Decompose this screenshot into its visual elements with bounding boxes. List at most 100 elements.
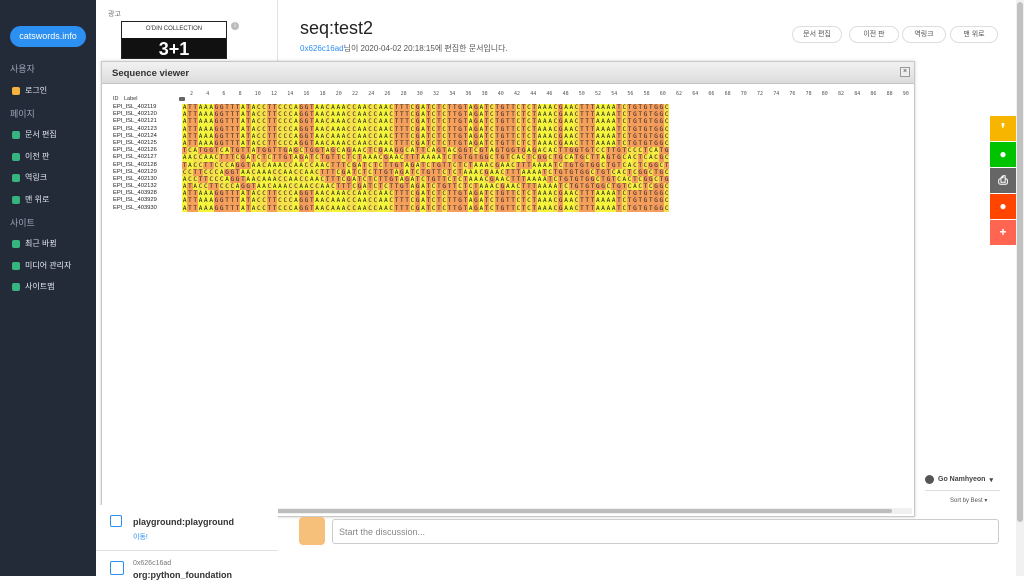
backlinks-button[interactable]: 역링크	[902, 26, 946, 43]
avatar	[925, 475, 934, 484]
ruler-tick: 38	[481, 91, 488, 97]
nucleotide-cell: C	[664, 111, 670, 119]
sequence-row: ATTAAAGGTTTATACCTTCCCAGGTAACAAACCAACCAAC…	[182, 204, 916, 212]
revisions-button[interactable]: 이전 판	[849, 26, 899, 43]
ruler-tick: 50	[578, 91, 585, 97]
nucleotide-cell: C	[664, 118, 670, 126]
sequence-row: TCATGGTCATGTTATGGTTGAGCTGGTAGCAGAACTCGAA…	[182, 147, 916, 155]
ruler-tick: 42	[514, 91, 521, 97]
section-site: 사이트	[10, 218, 35, 228]
ruler-tick: 76	[789, 91, 796, 97]
sequence-id: EPI_ISL_402130	[113, 175, 157, 182]
ad-top-text: O'DIN COLLECTION	[145, 26, 203, 32]
related-list: playground:playground 이동! 0x626c16ad org…	[96, 505, 278, 580]
list-item-link[interactable]: 이동!	[133, 532, 148, 542]
sidebar-item-top[interactable]: 맨 위로	[12, 194, 49, 205]
nucleotide-cell: C	[664, 190, 670, 198]
ruler-tick: 14	[287, 91, 294, 97]
ruler-tick: 80	[821, 91, 828, 97]
plus-icon[interactable]: +	[990, 220, 1016, 245]
ruler-tick: 48	[562, 91, 569, 97]
edit-button[interactable]: 문서 편집	[792, 26, 842, 43]
avatar	[299, 517, 325, 545]
nucleotide-cell: C	[664, 139, 670, 148]
header-id: ID	[113, 96, 119, 102]
reddit-icon[interactable]: ●	[990, 194, 1016, 219]
disqus-user[interactable]: Go Namhyeon ▾	[925, 475, 993, 484]
chevron-down-icon: ▾	[989, 476, 993, 484]
dialog-title: Sequence viewer	[102, 62, 914, 84]
sequence-id: EPI_ISL_402119	[113, 104, 157, 110]
list-item-title-2[interactable]: org:python_foundation	[133, 570, 232, 580]
sequence-area: 2 4 6 8 10 12 14 16 18 20 22 24 26 28 30 32 34 36 38 40 42 44…	[110, 90, 916, 250]
close-icon[interactable]: ×	[900, 67, 910, 77]
sidebar-item-backlinks[interactable]: 역링크	[12, 172, 47, 183]
sequence-row: ATTAAAGGTTTATACCTTCCCAGGTAACAAACCAACCAAC…	[182, 190, 916, 198]
sequence-id: EPI_ISL_402121	[113, 118, 157, 125]
line-icon[interactable]: ●	[990, 142, 1016, 167]
divider	[925, 490, 1000, 491]
nucleotide-cell: T	[664, 161, 670, 169]
section-page: 페이지	[10, 109, 35, 119]
kakaostory-icon[interactable]: ❜	[990, 116, 1016, 141]
edit-icon	[12, 130, 20, 139]
page-scrollbar[interactable]	[1016, 0, 1024, 576]
ruler-tick: 18	[319, 91, 326, 97]
sequence-ids: EPI_ISL_402119 EPI_ISL_402120 EPI_ISL_4021…	[113, 104, 181, 212]
ruler-tick: 28	[400, 91, 407, 97]
ad-label: 광고	[108, 11, 121, 18]
nucleotide-cell: C	[664, 125, 670, 133]
meta-user-link[interactable]: 0x626c16ad	[300, 44, 344, 53]
sitemap-icon	[12, 282, 20, 291]
sidebar-item-sitemap[interactable]: 사이트맵	[12, 281, 54, 292]
ruler-tick: 10	[254, 91, 261, 97]
column-handle[interactable]	[179, 97, 185, 101]
sequence-id: EPI_ISL_402124	[113, 132, 157, 139]
sequence-row: TACCTTCCCAGGTAACAAACCAACCAACTTTCGATCTCTT…	[182, 161, 916, 169]
nucleotide-cell: C	[664, 204, 670, 212]
sidebar-item-revisions[interactable]: 이전 판	[12, 151, 49, 162]
ruler-tick: 68	[724, 91, 731, 97]
sequence-row: ATTAAAGGTTTATACCTTCCCAGGTAACAAACCAACCAAC…	[182, 125, 916, 133]
sort-dropdown[interactable]: Sort by Best ▾	[950, 497, 987, 504]
print-icon[interactable]: ⎙	[990, 168, 1016, 193]
ruler-tick: 46	[546, 91, 553, 97]
brand-button[interactable]: catswords.info	[10, 26, 86, 47]
ruler-tick: 54	[611, 91, 618, 97]
ruler-tick: 36	[465, 91, 472, 97]
nucleotide-cell: G	[664, 147, 670, 155]
sidebar-item-edit[interactable]: 문서 편집	[12, 129, 57, 140]
sidebar-item-login[interactable]: 로그인	[12, 85, 47, 96]
ruler-tick: 66	[708, 91, 715, 97]
ruler-tick: 30	[416, 91, 423, 97]
ad-big-text: 3+1	[122, 38, 226, 58]
sequence-viewer-dialog: Sequence viewer × 2 4 6 8 10 12 14 16 18 20 22 24 26…	[101, 61, 915, 517]
link-icon	[12, 173, 20, 182]
scrollbar-thumb[interactable]	[1017, 2, 1023, 522]
sidebar: catswords.info 사용자 로그인 페이지 문서 편집 이전 판 역링…	[0, 0, 96, 576]
ruler-tick: 16	[303, 91, 310, 97]
ruler-tick: 70	[740, 91, 747, 97]
sequence-id: EPI_ISL_403929	[113, 197, 157, 204]
ad-banner[interactable]: O'DIN COLLECTION 3+1	[121, 21, 227, 59]
sequence-row: CCTTCCCAGGTAACAAACCAACCAACTTTCGATCTCTTGT…	[182, 168, 916, 176]
list-item-title[interactable]: playground:playground	[133, 517, 234, 527]
ruler-tick: 82	[838, 91, 845, 97]
sequence-row: ATACCTTCCCAGGTAACAAACCAACCAACTTTCGATCTCT…	[182, 183, 916, 191]
ruler-tick: 72	[757, 91, 764, 97]
nucleotide-cell: C	[664, 183, 670, 191]
arrow-up-icon	[12, 195, 20, 204]
discussion-input[interactable]: Start the discussion...	[332, 519, 999, 544]
sequence-id: EPI_ISL_402129	[113, 168, 157, 175]
sidebar-item-media[interactable]: 미디어 관리자	[12, 260, 71, 271]
ruler-tick: 6	[222, 91, 226, 97]
ruler-tick: 52	[595, 91, 602, 97]
info-icon[interactable]: i	[231, 22, 239, 30]
ruler-tick: 32	[433, 91, 440, 97]
top-button[interactable]: 맨 위로	[950, 26, 998, 43]
ruler-tick: 26	[384, 91, 391, 97]
list-item-user: 0x626c16ad	[133, 560, 172, 567]
meta-text: 님이 2020-04-02 20:18:15에 편집한 문서입니다.	[343, 44, 508, 53]
sequence-id: EPI_ISL_402127	[113, 154, 157, 161]
sidebar-item-recent[interactable]: 최근 바뀜	[12, 238, 57, 249]
